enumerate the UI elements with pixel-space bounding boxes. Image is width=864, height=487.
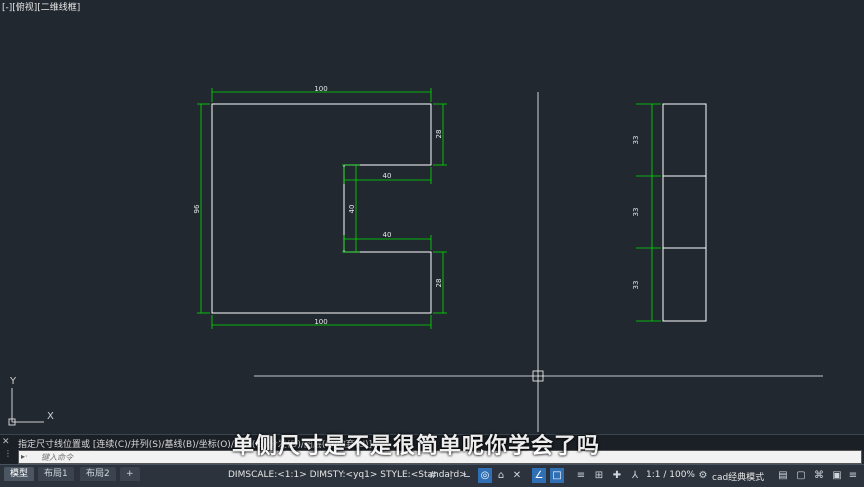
- selection-cycling-icon[interactable]: ⊞: [592, 468, 606, 483]
- dim-stacked-seg1-text: 33: [632, 136, 640, 145]
- dim-slot-depth-text: 40: [348, 205, 356, 214]
- dim-left-height-text: 96: [193, 204, 201, 213]
- dim-top-width-text: 100: [314, 85, 327, 93]
- isodraft-icon[interactable]: ⌂: [494, 468, 508, 483]
- snap-icon[interactable]: ⋮: [444, 468, 458, 483]
- video-subtitle: 单侧尺寸是不是很简单呢你学会了吗: [232, 434, 601, 459]
- annotation-scale-readout[interactable]: 1:1 / 100%: [646, 470, 695, 480]
- tab-layout2[interactable]: 布局2: [80, 467, 116, 481]
- grid-icon[interactable]: #: [426, 468, 440, 483]
- ucs-y-label: Y: [9, 376, 17, 387]
- viewport-controls-label[interactable]: [-][俯视][二维线框]: [2, 0, 80, 13]
- dim-bottom-width-text: 100: [314, 318, 327, 326]
- osnap-icon[interactable]: □: [550, 468, 564, 483]
- transparency-icon[interactable]: ≡: [574, 468, 588, 483]
- command-handle[interactable]: ⋮: [0, 450, 18, 464]
- command-prompt-icon[interactable]: ▸·: [21, 452, 28, 461]
- add-tab-button[interactable]: +: [120, 467, 140, 481]
- drawing-canvas[interactable]: 100 100 96 28 28 40 40 40 33 33 33 Y X: [0, 0, 864, 432]
- annotation-scale-icon[interactable]: ⅄: [628, 468, 642, 483]
- properties-icon[interactable]: ▣: [830, 468, 844, 483]
- customize-menu-icon[interactable]: ≡: [846, 468, 860, 483]
- c-profile-outline: [211, 103, 432, 314]
- dim-upper-right-text: 28: [435, 130, 443, 139]
- status-bar: 模型 布局1 布局2 + DIMSCALE:<1:1> DIMSTY:<yq1>…: [0, 464, 864, 487]
- dim-stacked-seg3-text: 33: [632, 281, 640, 290]
- polar-icon[interactable]: ◎: [478, 468, 492, 483]
- dim-slot-top-text: 40: [383, 172, 392, 180]
- workspace-switch[interactable]: cad经典模式: [712, 470, 764, 483]
- ucs-icon: [8, 388, 44, 426]
- ucs-x-label: X: [47, 411, 54, 422]
- ortho-icon[interactable]: ∟: [460, 468, 474, 483]
- osnap-track-icon[interactable]: ✕: [510, 468, 524, 483]
- tab-layout1[interactable]: 布局1: [38, 467, 74, 481]
- crosshair-cursor: [254, 92, 823, 432]
- dim-stacked-seg2-text: 33: [632, 208, 640, 217]
- stacked-boxes: [662, 103, 707, 322]
- gear-icon[interactable]: ⚙: [696, 468, 710, 483]
- hardware-accel-icon[interactable]: ▢: [794, 468, 808, 483]
- annotation-monitor-icon[interactable]: ✚: [610, 468, 624, 483]
- dim-slot-bottom-text: 40: [383, 231, 392, 239]
- dim-lower-right-text: 28: [435, 279, 443, 288]
- grip-icon: ⋮: [4, 449, 12, 458]
- isolate-icon[interactable]: ▤: [776, 468, 790, 483]
- lineweight-icon[interactable]: ∠: [532, 468, 546, 483]
- close-icon[interactable]: ✕: [2, 437, 10, 447]
- clean-screen-icon[interactable]: ⌘: [812, 468, 826, 483]
- tab-model[interactable]: 模型: [4, 467, 35, 481]
